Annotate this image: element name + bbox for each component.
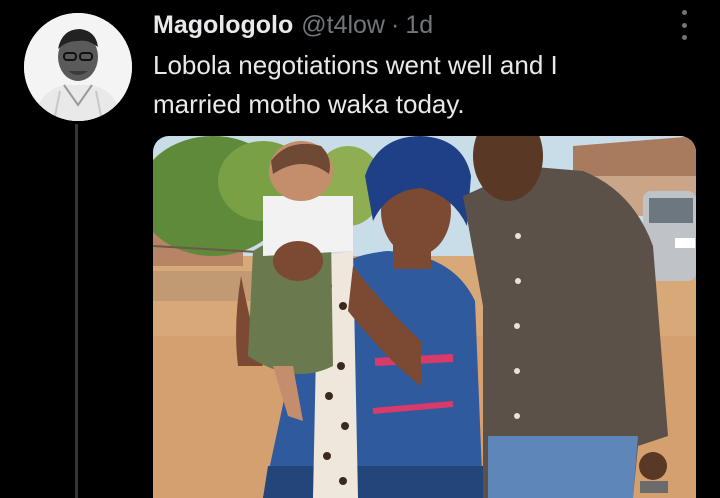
separator-dot: ·: [391, 10, 400, 39]
avatar[interactable]: [24, 13, 132, 121]
more-dot: [681, 35, 687, 40]
user-handle[interactable]: @t4low: [301, 11, 385, 40]
photo-scene: [153, 136, 696, 498]
tweet-text-line: married motho waka today.: [153, 89, 465, 119]
display-name[interactable]: Magologolo: [153, 11, 293, 40]
more-dot: [681, 10, 687, 15]
tweet-header: Magologolo @t4low · 1d: [153, 8, 433, 42]
tweet-photo[interactable]: [153, 136, 696, 498]
timestamp[interactable]: 1d: [405, 11, 433, 40]
thread-line: [75, 124, 78, 498]
more-vertical-icon[interactable]: [678, 10, 690, 40]
avatar-photo: [24, 13, 132, 121]
more-dot: [681, 22, 687, 28]
tweet-text-line: Lobola negotiations went well and I: [153, 50, 558, 80]
tweet-text: Lobola negotiations went well and I marr…: [153, 46, 693, 124]
